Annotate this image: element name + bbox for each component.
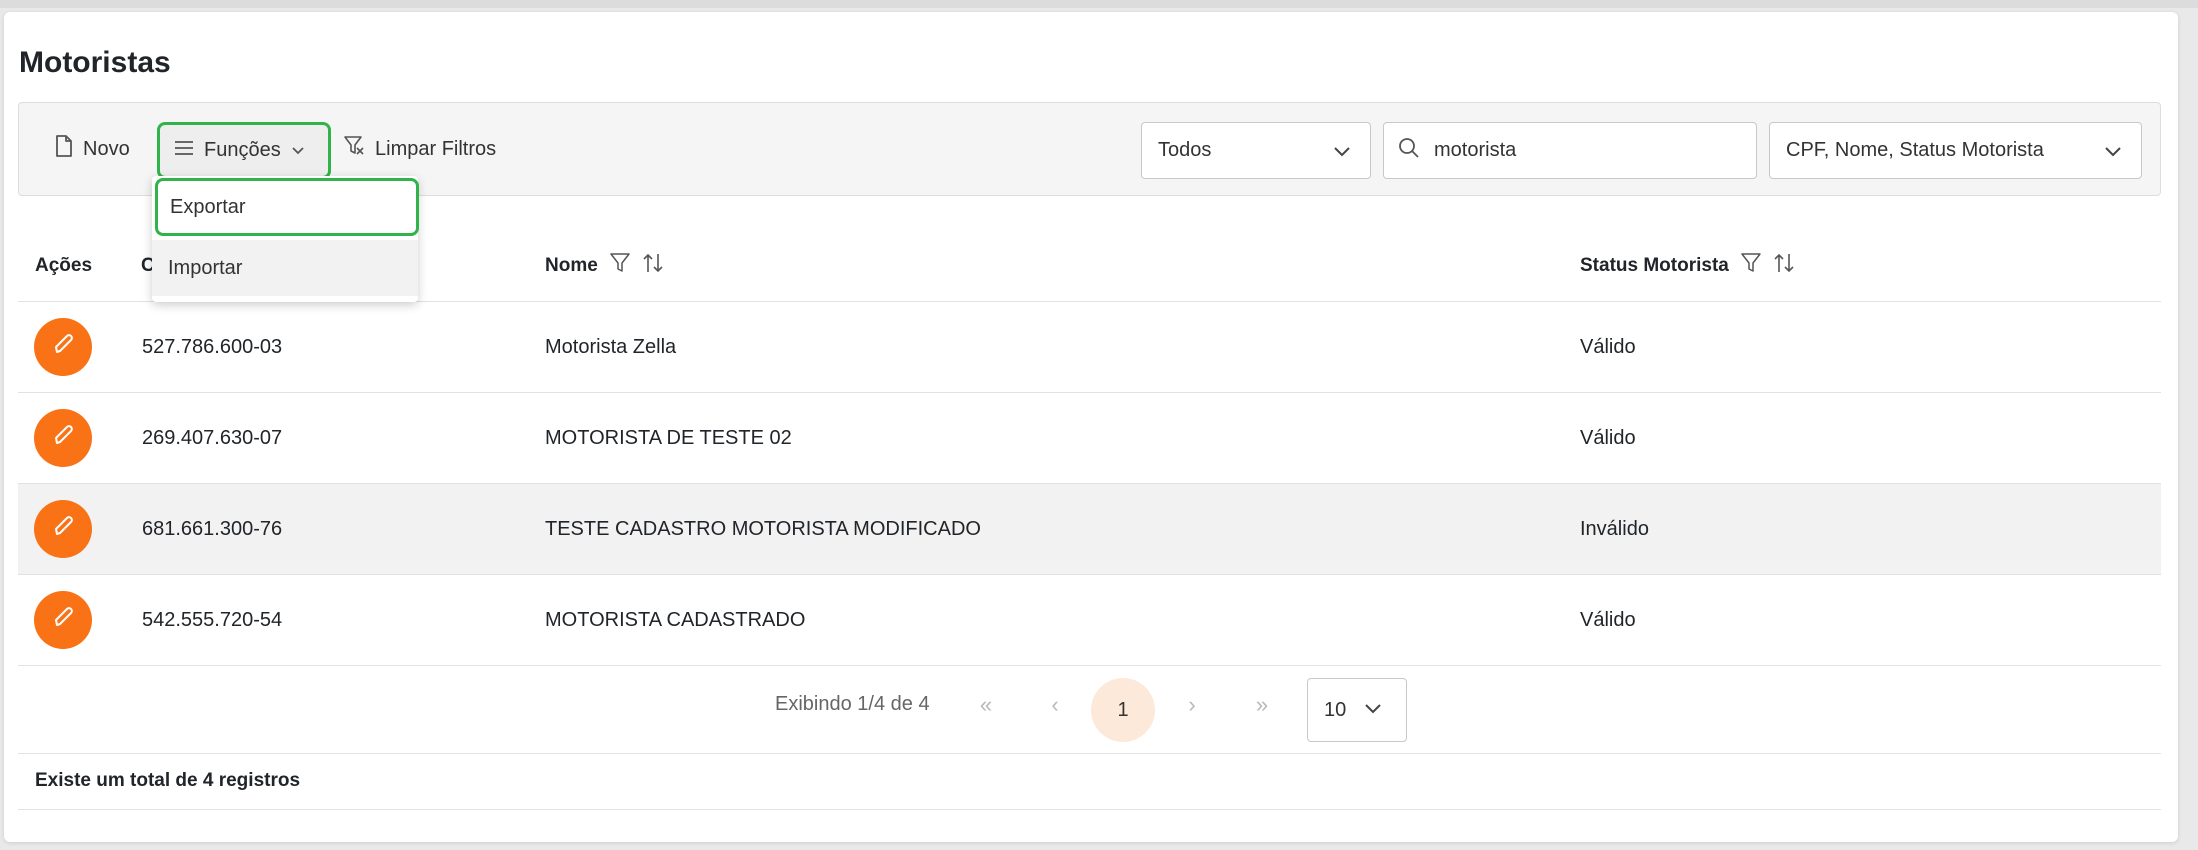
column-header-actions: Ações (35, 250, 92, 282)
functions-button[interactable]: Funções (157, 122, 331, 179)
edit-button[interactable] (34, 318, 92, 376)
search-columns-value: CPF, Nome, Status Motorista (1786, 139, 2044, 161)
filter-icon[interactable] (1741, 252, 1761, 280)
column-header-status-label: Status Motorista (1580, 255, 1729, 276)
table-row: 269.407.630-07 MOTORISTA DE TESTE 02 Vál… (18, 393, 2161, 484)
last-page-button[interactable]: » (1242, 683, 1282, 727)
first-page-button[interactable]: « (966, 683, 1006, 727)
column-header-name[interactable]: Nome (545, 250, 664, 282)
column-header-actions-label: Ações (35, 255, 93, 276)
edit-button[interactable] (34, 591, 92, 649)
cell-status: Inválido (1580, 517, 1649, 540)
chevron-down-icon (1364, 699, 1382, 722)
edit-button[interactable] (34, 500, 92, 558)
column-header-name-label: Nome (545, 255, 598, 276)
table-row: 542.555.720-54 MOTORISTA CADASTRADO Váli… (18, 575, 2161, 666)
cell-name: TESTE CADASTRO MOTORISTA MODIFICADO (545, 517, 981, 540)
prev-page-button[interactable]: ‹ (1035, 683, 1075, 727)
menu-item-import[interactable]: Importar (152, 240, 418, 296)
status-filter-select[interactable]: Todos (1141, 122, 1371, 179)
cell-cpf: 269.407.630-07 (142, 426, 283, 449)
pencil-icon (50, 423, 76, 454)
next-page-button[interactable]: › (1172, 683, 1212, 727)
cell-status: Válido (1580, 608, 1636, 631)
filter-clear-icon (343, 135, 365, 163)
menu-icon (174, 139, 194, 162)
cell-cpf: 542.555.720-54 (142, 608, 283, 631)
cell-cpf: 681.661.300-76 (142, 517, 283, 540)
file-icon (55, 135, 73, 163)
sort-icon[interactable] (1773, 252, 1795, 280)
total-records-text: Existe um total de 4 registros (35, 770, 301, 791)
search-input[interactable]: motorista (1383, 122, 1757, 179)
search-columns-select[interactable]: CPF, Nome, Status Motorista (1769, 122, 2142, 179)
sort-icon[interactable] (642, 252, 664, 280)
filter-icon[interactable] (610, 252, 630, 280)
new-button-label: Novo (83, 137, 130, 160)
chevron-down-icon (291, 139, 305, 162)
search-input-value: motorista (1434, 139, 1517, 161)
pencil-icon (50, 514, 76, 545)
footer-divider (18, 809, 2161, 810)
cell-name: Motorista Zella (545, 335, 677, 358)
clear-filters-label: Limpar Filtros (375, 137, 497, 160)
pencil-icon (50, 332, 76, 363)
cell-name: MOTORISTA DE TESTE 02 (545, 426, 792, 449)
edit-button[interactable] (34, 409, 92, 467)
cell-cpf: 527.786.600-03 (142, 335, 283, 358)
cell-status: Válido (1580, 335, 1636, 358)
page-size-value: 10 (1324, 698, 1347, 721)
page-title: Motoristas (19, 46, 171, 79)
functions-button-label: Funções (204, 139, 281, 161)
cell-status: Válido (1580, 426, 1636, 449)
cell-name: MOTORISTA CADASTRADO (545, 608, 806, 631)
pagination-info: Exibindo 1/4 de 4 (775, 693, 930, 715)
top-strip (0, 0, 2198, 8)
page-size-select[interactable]: 10 (1307, 678, 1407, 742)
menu-item-export[interactable]: Exportar (155, 178, 419, 236)
current-page-button[interactable]: 1 (1091, 678, 1155, 742)
table-row: 681.661.300-76 TESTE CADASTRO MOTORISTA … (18, 484, 2161, 575)
footer-divider (18, 753, 2161, 754)
new-button[interactable]: Novo (55, 103, 130, 195)
chevron-down-icon (2103, 141, 2123, 167)
pencil-icon (50, 605, 76, 636)
table-row: 527.786.600-03 Motorista Zella Válido (18, 302, 2161, 393)
functions-dropdown-menu: Exportar Importar (152, 176, 419, 302)
status-filter-value: Todos (1158, 139, 1212, 161)
chevron-down-icon (1332, 141, 1352, 167)
column-header-status[interactable]: Status Motorista (1580, 250, 1795, 282)
search-icon (1398, 137, 1420, 165)
